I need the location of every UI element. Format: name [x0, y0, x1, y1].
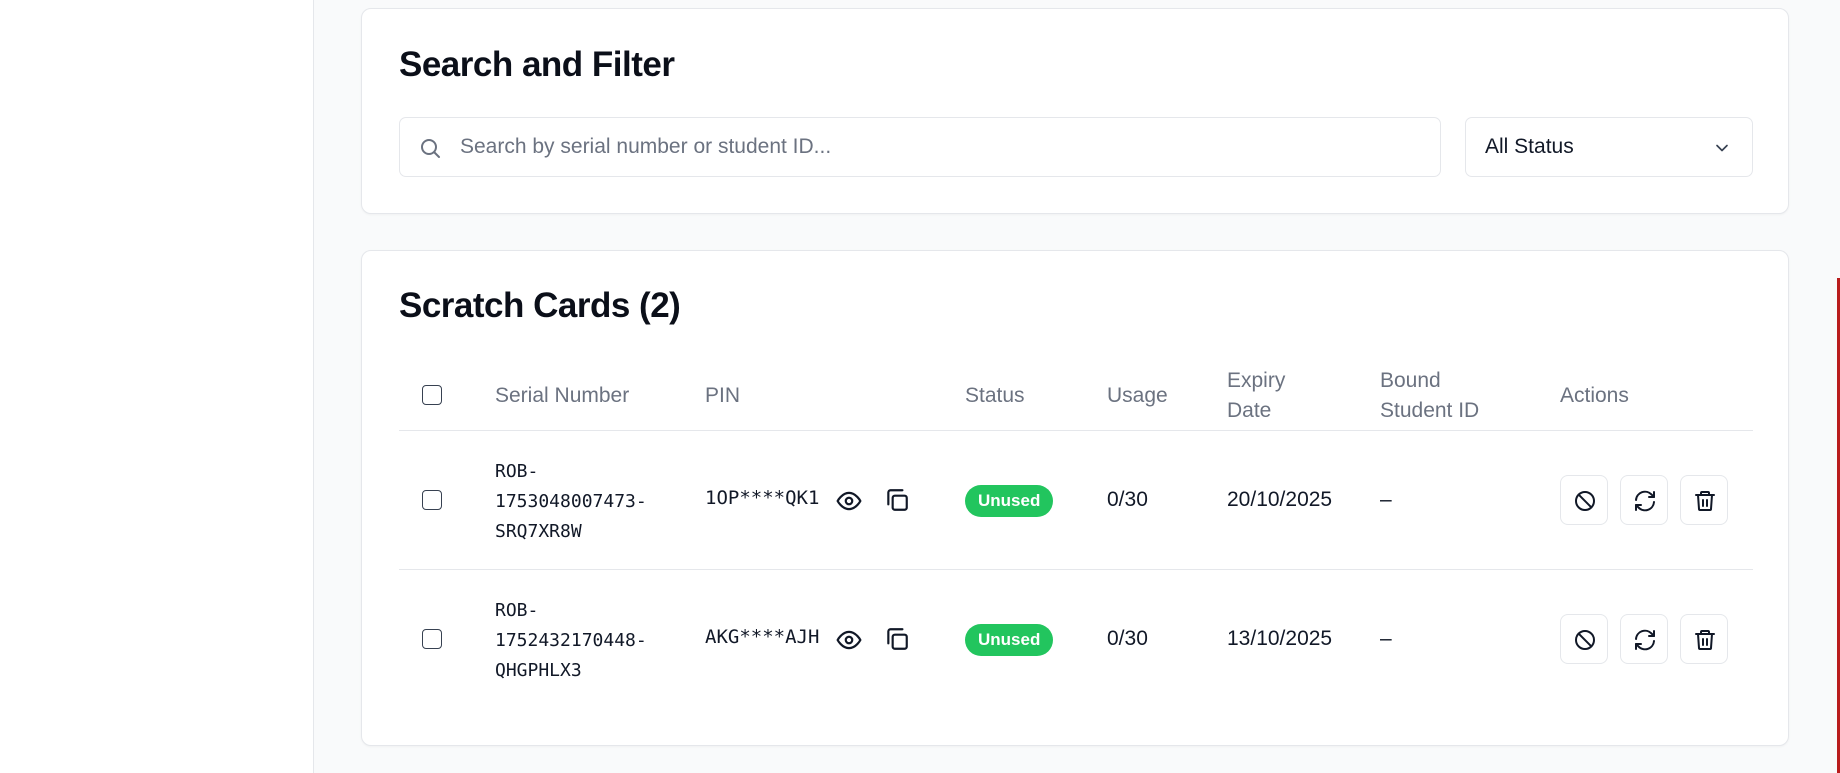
eye-icon[interactable]: [836, 627, 862, 653]
pin-value: 1OP****QK1: [705, 487, 820, 509]
search-input[interactable]: [460, 118, 1420, 176]
row-checkbox[interactable]: [422, 490, 442, 510]
delete-button[interactable]: [1680, 614, 1728, 664]
header-status: Status: [965, 384, 1025, 407]
serial-part: SRQ7XR8W: [495, 521, 582, 542]
search-icon: [421, 139, 440, 158]
search-filter-title: Search and Filter: [399, 45, 675, 84]
table-row: ROB- 1752432170448- QHGPHLX3 AKG****AJH …: [399, 570, 1753, 709]
header-actions: Actions: [1560, 384, 1629, 407]
table-header: Serial Number PIN Status Usage Expiry Da…: [399, 361, 1753, 431]
usage-value: 0/30: [1107, 627, 1148, 650]
status-filter-select[interactable]: All Status: [1465, 117, 1753, 177]
header-expiry-line1: Expiry: [1227, 369, 1286, 392]
disable-button[interactable]: [1560, 614, 1608, 664]
usage-value: 0/30: [1107, 488, 1148, 511]
ban-icon: [1575, 630, 1595, 650]
regenerate-button[interactable]: [1620, 475, 1668, 525]
eye-icon[interactable]: [836, 488, 862, 514]
trash-icon: [1695, 491, 1715, 511]
search-box[interactable]: [399, 117, 1441, 177]
status-badge: Unused: [965, 624, 1054, 656]
refresh-icon: [1635, 490, 1655, 512]
bound-student-id: –: [1380, 488, 1392, 511]
serial-part: ROB-: [495, 461, 539, 482]
chevron-down-icon: [1716, 144, 1728, 152]
header-bound-line1: Bound: [1380, 369, 1441, 392]
serial-part: ROB-: [495, 600, 539, 621]
scratch-cards-card: Scratch Cards (2) Serial Number PIN Stat…: [361, 250, 1789, 746]
bound-student-id: –: [1380, 627, 1392, 650]
header-expiry-date: Expiry Date: [1227, 366, 1285, 426]
table-row: ROB- 1753048007473- SRQ7XR8W 1OP****QK1 …: [399, 431, 1753, 570]
header-serial-number: Serial Number: [495, 384, 630, 407]
main-content: Search and Filter All Status Scratch Car…: [315, 0, 1840, 773]
scratch-cards-title: Scratch Cards (2): [399, 286, 681, 325]
status-filter-value: All Status: [1485, 135, 1574, 158]
trash-icon: [1695, 630, 1715, 650]
refresh-icon: [1635, 629, 1655, 651]
header-usage: Usage: [1107, 384, 1168, 407]
serial-number: ROB- 1753048007473- SRQ7XR8W: [495, 457, 675, 547]
regenerate-button[interactable]: [1620, 614, 1668, 664]
serial-part: QHGPHLX3: [495, 660, 582, 681]
disable-button[interactable]: [1560, 475, 1608, 525]
copy-icon[interactable]: [884, 487, 910, 513]
header-bound-student-id: Bound Student ID: [1380, 366, 1479, 426]
expiry-date: 20/10/2025: [1227, 488, 1333, 511]
header-pin: PIN: [705, 384, 741, 407]
delete-button[interactable]: [1680, 475, 1728, 525]
status-badge: Unused: [965, 485, 1054, 517]
header-expiry-line2: Date: [1227, 399, 1272, 422]
serial-part: 1753048007473-: [495, 491, 647, 512]
search-filter-card: Search and Filter All Status: [361, 8, 1789, 214]
select-all-checkbox[interactable]: [422, 385, 442, 405]
pin-value: AKG****AJH: [705, 626, 820, 648]
serial-number: ROB- 1752432170448- QHGPHLX3: [495, 596, 675, 686]
header-bound-line2: Student ID: [1380, 399, 1480, 422]
ban-icon: [1575, 491, 1595, 511]
scratch-cards-table: Serial Number PIN Status Usage Expiry Da…: [399, 361, 1753, 709]
app: Search and Filter All Status Scratch Car…: [0, 0, 1840, 773]
serial-part: 1752432170448-: [495, 630, 647, 651]
expiry-date: 13/10/2025: [1227, 627, 1333, 650]
sidebar: [0, 0, 314, 773]
row-checkbox[interactable]: [422, 629, 442, 649]
copy-icon[interactable]: [884, 626, 910, 652]
